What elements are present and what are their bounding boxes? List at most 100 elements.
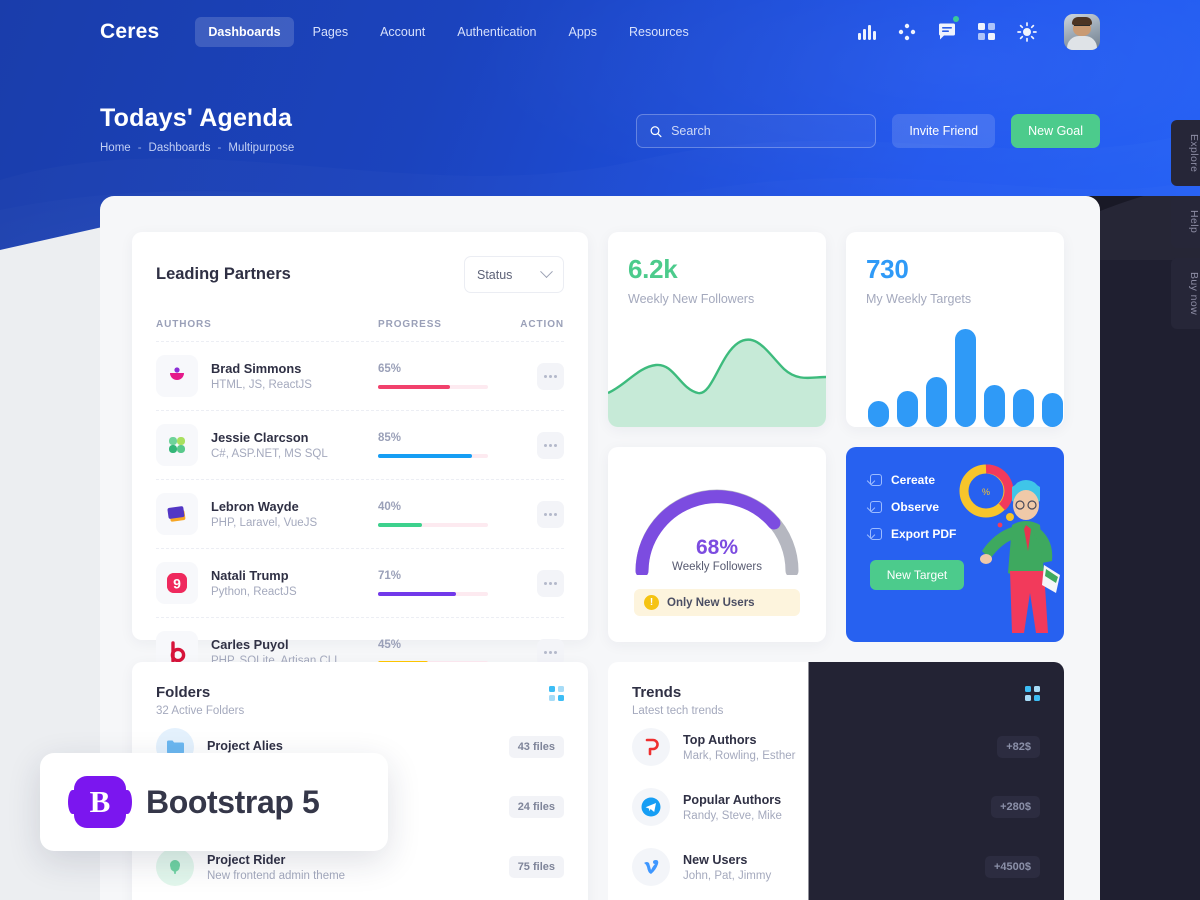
bootstrap-logo-icon: B — [68, 776, 132, 828]
trends-subtitle: Latest tech trends — [632, 705, 724, 717]
invite-friend-button[interactable]: Invite Friend — [892, 114, 996, 148]
author-name: Brad Simmons — [211, 361, 302, 376]
plurk-icon — [156, 355, 198, 397]
new-target-card: % Cereate Observe Export PDF New Target — [846, 447, 1064, 642]
targets-bar-chart — [868, 329, 1063, 427]
checkbox-row-export-pdf[interactable]: Export PDF — [870, 527, 1064, 541]
grid-menu-icon[interactable] — [549, 686, 564, 701]
followers-area-chart — [608, 338, 826, 427]
row-menu-button[interactable] — [537, 500, 564, 528]
brand-logo[interactable]: Ceres — [100, 20, 159, 44]
avatar[interactable] — [1064, 14, 1100, 50]
shapes-icon[interactable] — [896, 21, 918, 43]
list-item[interactable]: Top Authors Mark, Rowling, Esther +82$ — [632, 717, 1040, 777]
author-meta: Jessie Clarcson C#, ASP.NET, MS SQL — [211, 430, 378, 460]
bootstrap-label: Bootstrap 5 — [146, 783, 320, 820]
nav-item-authentication[interactable]: Authentication — [444, 17, 549, 47]
nav-item-apps[interactable]: Apps — [556, 17, 611, 47]
folders-title: Folders — [156, 684, 211, 701]
side-tab-explore[interactable]: Explore — [1171, 120, 1200, 187]
author-name: Lebron Wayde — [211, 499, 299, 514]
vimeo-icon — [632, 848, 670, 886]
telegram-icon — [632, 788, 670, 826]
partners-table-header: AUTHORS PROGRESS ACTION — [156, 319, 564, 341]
progress-bar — [378, 454, 472, 458]
side-tab-buy-now[interactable]: Buy now — [1171, 257, 1200, 329]
status-select[interactable]: Status — [464, 256, 564, 293]
trends-card: Trends Latest tech trends Top Authors Ma… — [608, 662, 1064, 900]
weekly-followers-card: 6.2k Weekly New Followers — [608, 232, 826, 427]
checkbox-icon[interactable] — [870, 501, 882, 513]
table-row[interactable]: Jessie Clarcson C#, ASP.NET, MS SQL 85% — [156, 410, 564, 479]
table-row[interactable]: Brad Simmons HTML, JS, ReactJS 65% — [156, 341, 564, 410]
new-target-button[interactable]: New Target — [870, 560, 964, 590]
table-row[interactable]: Lebron Wayde PHP, Laravel, VueJS 40% — [156, 479, 564, 548]
table-row[interactable]: 9 Natali Trump Python, ReactJS 71% — [156, 548, 564, 617]
left-column: Leading Partners Status AUTHORS PROGRESS… — [132, 232, 588, 673]
row-menu-button[interactable] — [537, 569, 564, 597]
trend-name: Top Authors — [683, 732, 757, 747]
nav-item-pages[interactable]: Pages — [300, 17, 361, 47]
weekly-targets-card: 730 My Weekly Targets — [846, 232, 1064, 427]
grid-icon[interactable] — [976, 21, 998, 43]
list-item[interactable]: Popular Authors Randy, Steve, Mike +280$ — [632, 777, 1040, 837]
warning-icon: ! — [644, 595, 659, 610]
notification-dot — [953, 16, 959, 22]
action-cell — [506, 362, 564, 390]
nav-item-dashboards[interactable]: Dashboards — [195, 17, 294, 47]
list-item-meta: New Users John, Pat, Jimmy — [683, 853, 985, 882]
status-select-value: Status — [477, 267, 513, 282]
chat-icon[interactable] — [936, 16, 959, 43]
svg-text:%: % — [982, 487, 990, 497]
right-column: 6.2k Weekly New Followers 730 My Weekly … — [608, 232, 1064, 642]
progress-bar — [378, 385, 450, 389]
bar-chart-icon[interactable] — [856, 21, 878, 43]
search-input[interactable] — [671, 124, 863, 138]
only-new-users-alert: ! Only New Users — [634, 589, 800, 616]
sun-icon[interactable] — [1016, 21, 1038, 43]
progress-cell: 40% — [378, 501, 506, 527]
new-goal-button[interactable]: New Goal — [1011, 114, 1100, 148]
chevron-down-icon — [540, 265, 553, 279]
author-skills: PHP, Laravel, VueJS — [211, 517, 318, 529]
clover-icon — [156, 424, 198, 466]
side-tab-help[interactable]: Help — [1171, 196, 1200, 248]
checkbox-icon[interactable] — [870, 474, 882, 486]
checkbox-icon[interactable] — [870, 528, 882, 540]
alert-text: Only New Users — [667, 596, 755, 609]
gauge-chart: 68% Weekly Followers — [626, 479, 808, 578]
leading-partners-header: Leading Partners Status — [156, 256, 564, 293]
progress-track — [378, 385, 488, 389]
breadcrumb-item-dashboards[interactable]: Dashboards — [149, 142, 211, 154]
list-item-meta: Popular Authors Randy, Steve, Mike — [683, 793, 991, 822]
list-item[interactable]: New Users John, Pat, Jimmy +4500$ — [632, 837, 1040, 897]
trend-sub: Mark, Rowling, Esther — [683, 749, 796, 762]
progress-bar — [378, 523, 422, 527]
search-box[interactable] — [636, 114, 877, 148]
list-item-meta: Project Rider New frontend admin theme — [207, 853, 509, 882]
checkbox-row-cereate[interactable]: Cereate — [870, 473, 1064, 487]
author-name: Natali Trump — [211, 568, 289, 583]
breadcrumb-item-home[interactable]: Home — [100, 142, 131, 154]
breadcrumb-item-multipurpose[interactable]: Multipurpose — [228, 142, 294, 154]
checkbox-row-observe[interactable]: Observe — [870, 500, 1064, 514]
dashboard-screen: Ceres Dashboards Pages Account Authentic… — [0, 0, 1200, 900]
progress-cell: 85% — [378, 432, 506, 458]
second-card-row: 68% Weekly Followers ! Only New Users % … — [608, 447, 1064, 642]
weekly-targets-value: 730 — [866, 254, 909, 284]
author-skills: Python, ReactJS — [211, 586, 297, 598]
author-skills: C#, ASP.NET, MS SQL — [211, 448, 328, 460]
row-menu-button[interactable] — [537, 431, 564, 459]
nav-item-resources[interactable]: Resources — [616, 17, 702, 47]
nav-item-account[interactable]: Account — [367, 17, 438, 47]
breadcrumb-separator: - — [217, 142, 222, 154]
top-navigation-bar: Ceres Dashboards Pages Account Authentic… — [0, 0, 1200, 64]
bootstrap-badge-card: B Bootstrap 5 — [40, 753, 388, 851]
progress-track — [378, 523, 488, 527]
author-name: Carles Puyol — [211, 637, 289, 652]
column-header-authors: AUTHORS — [156, 319, 212, 330]
folder-name: Project Alies — [207, 738, 283, 753]
grid-menu-icon[interactable] — [1025, 686, 1040, 701]
row-menu-button[interactable] — [537, 362, 564, 390]
folders-subtitle: 32 Active Folders — [156, 705, 245, 717]
